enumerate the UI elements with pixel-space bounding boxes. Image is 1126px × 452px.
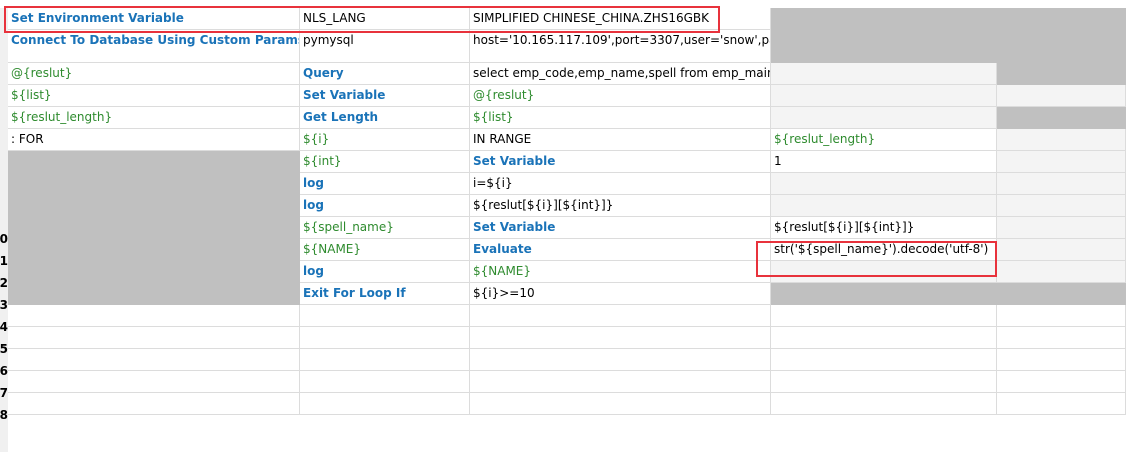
keyword-cell[interactable]: Set Variable xyxy=(470,217,771,239)
empty-cell[interactable] xyxy=(300,305,470,327)
row-number[interactable]: 2 xyxy=(0,272,8,294)
empty-cell[interactable] xyxy=(300,371,470,393)
keyword-cell[interactable]: log xyxy=(300,195,470,217)
row-number[interactable]: 1 xyxy=(0,250,8,272)
variable-cell[interactable]: @{reslut} xyxy=(470,85,771,107)
keyword-cell[interactable]: log xyxy=(300,173,470,195)
row-number[interactable]: 7 xyxy=(0,382,8,404)
gray-area xyxy=(997,63,1126,85)
keyword-cell[interactable]: Exit For Loop If xyxy=(300,283,470,305)
row-number[interactable]: 8 xyxy=(0,404,8,426)
keyword-cell[interactable]: log xyxy=(300,261,470,283)
empty-cell[interactable] xyxy=(997,129,1126,151)
empty-cell[interactable] xyxy=(470,349,771,371)
argument-cell[interactable]: IN RANGE xyxy=(470,129,771,151)
empty-cell[interactable] xyxy=(771,305,997,327)
variable-cell[interactable]: ${int} xyxy=(300,151,470,173)
empty-cell[interactable] xyxy=(997,327,1126,349)
gray-area xyxy=(771,283,1126,305)
empty-cell[interactable] xyxy=(470,393,771,415)
empty-cell[interactable] xyxy=(8,371,300,393)
empty-cell[interactable] xyxy=(997,371,1126,393)
empty-cell[interactable] xyxy=(997,393,1126,415)
variable-cell[interactable]: ${spell_name} xyxy=(300,217,470,239)
row-number[interactable]: 3 xyxy=(0,294,8,316)
argument-cell[interactable]: ${reslut[${i}][${int}]} xyxy=(771,217,997,239)
variable-cell[interactable]: ${reslut_length} xyxy=(771,129,997,151)
empty-cell[interactable] xyxy=(997,349,1126,371)
row-number[interactable]: 4 xyxy=(0,316,8,338)
argument-cell[interactable]: ${reslut[${i}][${int}]} xyxy=(470,195,771,217)
empty-cell[interactable] xyxy=(771,371,997,393)
empty-cell[interactable] xyxy=(997,173,1126,195)
variable-cell[interactable]: ${reslut_length} xyxy=(8,107,300,129)
keyword-cell[interactable]: Get Length xyxy=(300,107,470,129)
empty-cell[interactable] xyxy=(771,327,997,349)
argument-cell[interactable]: host='10.165.117.109',port=3307,user='sn… xyxy=(470,30,771,63)
empty-cell[interactable] xyxy=(300,349,470,371)
argument-cell[interactable]: select emp_code,emp_name,spell from emp_… xyxy=(470,63,771,85)
empty-cell[interactable] xyxy=(997,217,1126,239)
empty-cell[interactable] xyxy=(997,195,1126,217)
gray-area xyxy=(771,8,1126,63)
empty-cell[interactable] xyxy=(997,85,1126,107)
empty-cell[interactable] xyxy=(771,107,997,129)
empty-cell[interactable] xyxy=(997,305,1126,327)
keyword-cell[interactable]: Set Variable xyxy=(470,151,771,173)
empty-cell[interactable] xyxy=(300,393,470,415)
empty-cell[interactable] xyxy=(997,151,1126,173)
gray-area xyxy=(997,107,1126,129)
empty-cell[interactable] xyxy=(771,393,997,415)
variable-cell[interactable]: ${NAME} xyxy=(300,239,470,261)
for-loop-cell[interactable]: : FOR xyxy=(8,129,300,151)
keyword-cell[interactable]: Set Variable xyxy=(300,85,470,107)
empty-cell[interactable] xyxy=(997,261,1126,283)
empty-cell[interactable] xyxy=(8,349,300,371)
argument-cell[interactable]: pymysql xyxy=(300,30,470,63)
empty-cell[interactable] xyxy=(771,63,997,85)
row-number[interactable]: 0 xyxy=(0,228,8,250)
keyword-cell[interactable]: Evaluate xyxy=(470,239,771,261)
empty-cell[interactable] xyxy=(771,173,997,195)
argument-cell[interactable]: str('${spell_name}').decode('utf-8') xyxy=(771,239,997,261)
empty-cell[interactable] xyxy=(771,261,997,283)
argument-cell[interactable]: i=${i} xyxy=(470,173,771,195)
row-number[interactable]: 6 xyxy=(0,360,8,382)
variable-cell[interactable]: @{reslut} xyxy=(8,63,300,85)
empty-cell[interactable] xyxy=(8,305,300,327)
empty-cell[interactable] xyxy=(470,371,771,393)
empty-cell[interactable] xyxy=(470,327,771,349)
variable-cell[interactable]: ${list} xyxy=(470,107,771,129)
variable-cell[interactable]: ${list} xyxy=(8,85,300,107)
argument-cell[interactable]: NLS_LANG xyxy=(300,8,470,30)
argument-cell[interactable]: 1 xyxy=(771,151,997,173)
empty-cell[interactable] xyxy=(470,305,771,327)
empty-cell[interactable] xyxy=(8,327,300,349)
argument-cell[interactable]: SIMPLIFIED CHINESE_CHINA.ZHS16GBK xyxy=(470,8,771,30)
test-case-table: Set Environment Variable NLS_LANG SIMPLI… xyxy=(8,8,1126,452)
keyword-cell[interactable]: Set Environment Variable xyxy=(8,8,300,30)
loop-indent-gray xyxy=(8,151,300,305)
variable-cell[interactable]: ${NAME} xyxy=(470,261,771,283)
empty-cell[interactable] xyxy=(300,327,470,349)
empty-cell[interactable] xyxy=(771,195,997,217)
empty-cell[interactable] xyxy=(771,349,997,371)
row-number[interactable]: 5 xyxy=(0,338,8,360)
variable-cell[interactable]: ${i} xyxy=(300,129,470,151)
keyword-cell[interactable]: Query xyxy=(300,63,470,85)
keyword-cell[interactable]: Connect To Database Using Custom Params xyxy=(8,30,300,63)
empty-cell[interactable] xyxy=(997,239,1126,261)
argument-cell[interactable]: ${i}>=10 xyxy=(470,283,771,305)
empty-cell[interactable] xyxy=(8,393,300,415)
row-number-gutter: 0 1 2 3 4 5 6 7 8 xyxy=(0,8,8,452)
empty-cell[interactable] xyxy=(771,85,997,107)
